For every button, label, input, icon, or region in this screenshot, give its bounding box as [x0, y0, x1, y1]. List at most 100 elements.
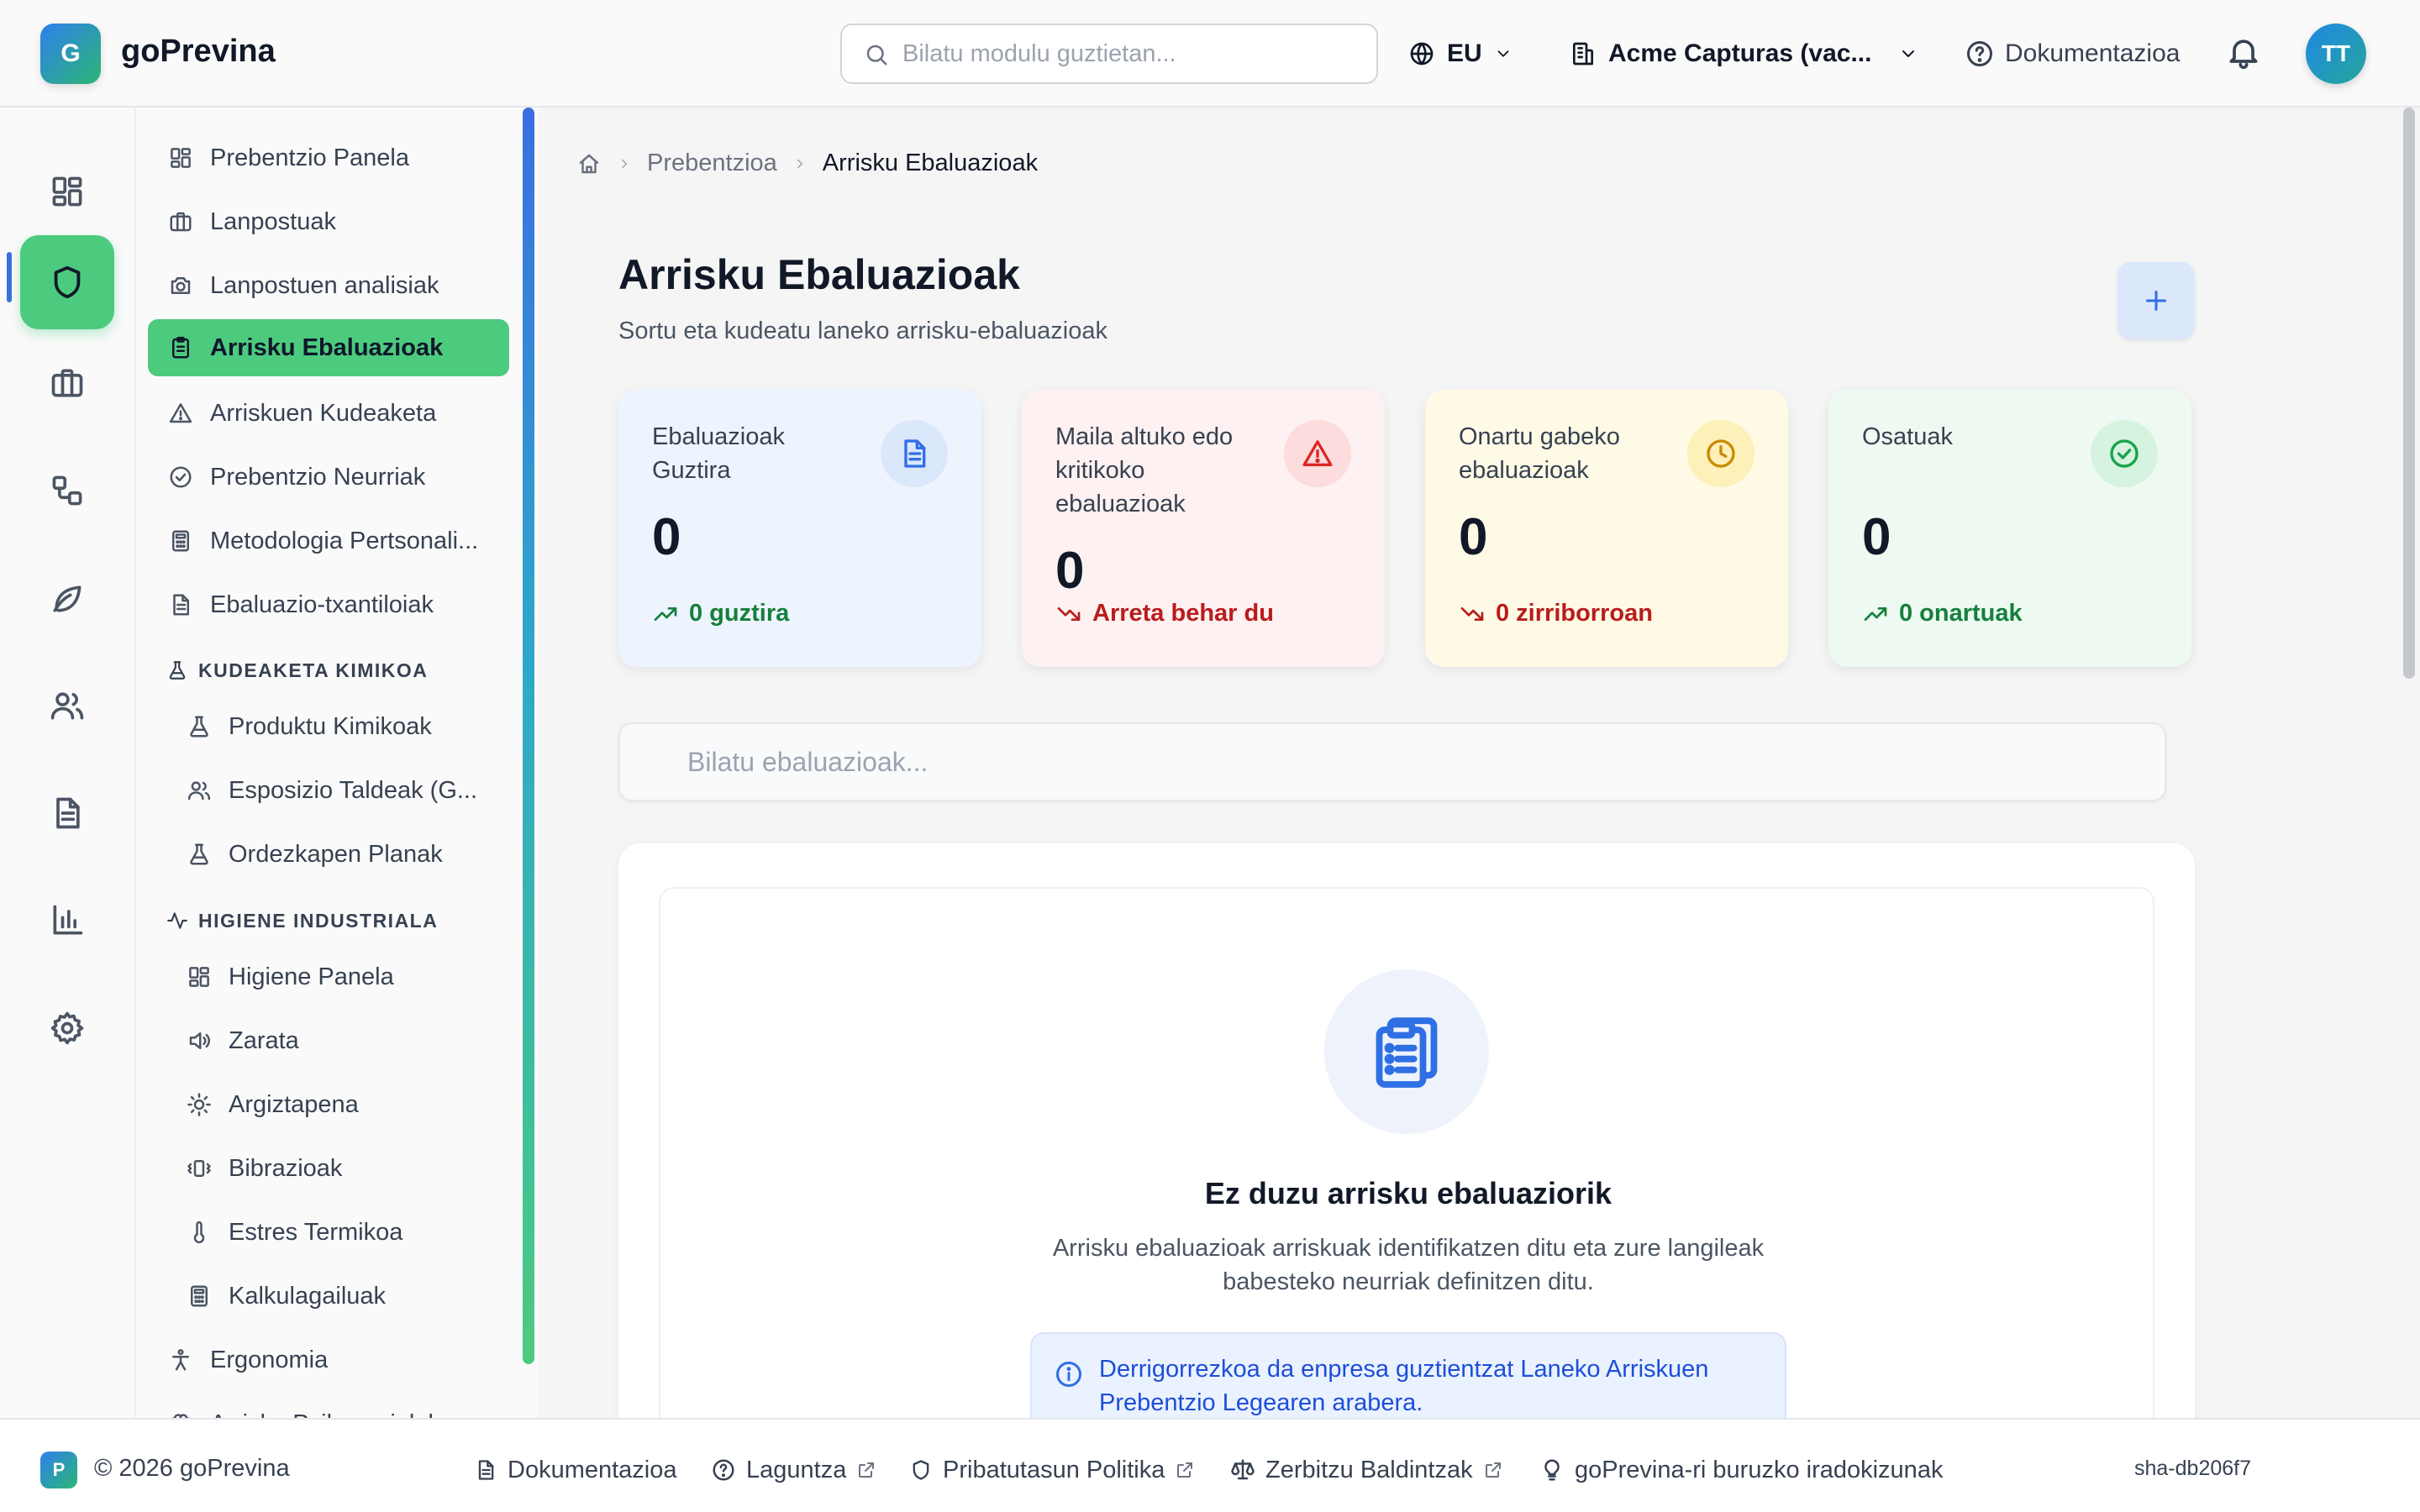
sidebar-item-label: Ergonomia	[210, 1346, 329, 1373]
main-scrollbar-thumb[interactable]	[2403, 108, 2415, 679]
footer-link-help[interactable]: Laguntza	[711, 1452, 876, 1488]
stat-label: Maila altuko edo kritikoko ebaluazioak	[1055, 423, 1234, 517]
bell-icon[interactable]	[2225, 34, 2262, 71]
sidebar-item-vibrations[interactable]: Bibrazioak	[185, 1140, 508, 1197]
rail-people[interactable]	[20, 659, 114, 753]
footer-link-label: Laguntza	[746, 1456, 847, 1483]
sidebar-item-thermal-stress[interactable]: Estres Termikoa	[185, 1204, 508, 1261]
sidebar-item-label: Arrisku Ebaluazioak	[210, 333, 444, 361]
sidebar-item-label: Bibrazioak	[229, 1154, 343, 1182]
stat-value: 0	[1459, 508, 1488, 566]
breadcrumb-parent[interactable]: Prebentzioa	[647, 150, 777, 177]
documentation-label: Dokumentazioa	[2005, 39, 2181, 67]
sidebar-item-noise[interactable]: Zarata	[185, 1012, 508, 1069]
footer: P © 2026 goPrevina Dokumentazioa Laguntz…	[0, 1418, 2420, 1512]
assessment-search[interactable]	[618, 722, 2166, 801]
footer-link-privacy[interactable]: Pribatutasun Politika	[909, 1452, 1195, 1488]
calculator-icon	[166, 527, 195, 555]
home-icon[interactable]	[576, 151, 602, 176]
speaker-icon	[185, 1026, 213, 1055]
warning-icon	[166, 399, 195, 428]
file-icon	[881, 420, 948, 487]
vibration-icon	[185, 1154, 213, 1183]
footer-link-terms[interactable]: Zerbitzu Baldintzak	[1230, 1452, 1503, 1488]
company-selector[interactable]: Acme Capturas (vac...	[1570, 30, 1918, 77]
build-version: sha-db206f7	[2134, 1457, 2252, 1480]
sidebar-item-risk-management[interactable]: Arriskuen Kudeaketa	[166, 385, 508, 442]
sidebar-item-chemical-products[interactable]: Produktu Kimikoak	[185, 698, 508, 755]
sidebar-item-substitution-plans[interactable]: Ordezkapen Planak	[185, 826, 508, 883]
global-search[interactable]	[840, 24, 1378, 84]
briefcase-icon	[166, 207, 195, 236]
sidebar-item-label: Argiztapena	[229, 1090, 359, 1118]
stat-value: 0	[652, 508, 681, 566]
sidebar-item-label: Arriskuen Kudeaketa	[210, 399, 437, 427]
sidebar-item-workplace-analysis[interactable]: Lanpostuen analisiak	[166, 257, 508, 314]
check-circle-icon	[166, 463, 195, 491]
rail-workflow[interactable]	[20, 444, 114, 538]
trending-down-icon	[1055, 601, 1082, 627]
section-header-hygiene[interactable]: HIGIENE INDUSTRIALA	[166, 904, 438, 937]
warning-icon	[1284, 420, 1351, 487]
sidebar-item-prevention-measures[interactable]: Prebentzio Neurriak	[166, 449, 508, 506]
workflow-icon	[49, 472, 86, 509]
clipboard-list-icon	[1324, 969, 1489, 1134]
search-icon	[864, 42, 889, 67]
sidebar-item-workplaces[interactable]: Lanpostuak	[166, 193, 508, 250]
sidebar-scrollbar[interactable]	[523, 108, 534, 1364]
section-header-chemical[interactable]: KUDEAKETA KIMIKOA	[166, 654, 428, 687]
sidebar-item-custom-methodology[interactable]: Metodologia Pertsonali...	[166, 512, 508, 570]
sidebar-item-label: Lanpostuen analisiak	[210, 271, 439, 299]
brain-icon	[166, 1410, 195, 1418]
help-circle-icon	[711, 1457, 736, 1483]
sidebar-item-lighting[interactable]: Argiztapena	[185, 1076, 508, 1133]
rail-dashboard[interactable]	[20, 144, 114, 239]
sidebar-item-calculators[interactable]: Kalkulagailuak	[185, 1268, 508, 1325]
rail-environment[interactable]	[20, 551, 114, 645]
language-selector[interactable]: EU	[1408, 30, 1512, 77]
sidebar-item-label: Lanpostuak	[210, 207, 336, 235]
rail-prevention[interactable]	[20, 235, 114, 329]
rail-workplaces[interactable]	[20, 336, 114, 430]
trending-up-icon	[1862, 601, 1889, 627]
sidebar-item-psychosocial-risks[interactable]: Arrisku Psikosozialak	[166, 1395, 508, 1418]
footer-link-feedback[interactable]: goPrevina-ri buruzko iradokizunak	[1539, 1452, 1943, 1488]
rail-documents[interactable]	[20, 766, 114, 860]
external-link-icon	[1483, 1460, 1503, 1480]
rail-settings[interactable]	[20, 981, 114, 1075]
plus-icon	[2141, 286, 2171, 316]
stat-trend-label: 0 zirriborroan	[1496, 600, 1653, 627]
sidebar-item-hygiene-panel[interactable]: Higiene Panela	[185, 948, 508, 1005]
app-name[interactable]: goPrevina	[121, 34, 276, 70]
trending-down-icon	[1459, 601, 1486, 627]
footer-link-documentation[interactable]: Dokumentazioa	[474, 1452, 677, 1488]
main-scrollbar[interactable]	[2400, 108, 2420, 1418]
empty-state-description: Arrisku ebaluazioak arriskuak identifika…	[1052, 1235, 1765, 1295]
sidebar-item-label: Ebaluazio-txantiloiak	[210, 591, 434, 618]
person-icon	[166, 1346, 195, 1374]
assessment-search-input[interactable]	[687, 724, 2149, 800]
help-circle-icon	[1965, 39, 1995, 69]
add-assessment-button[interactable]	[2118, 262, 2195, 339]
app-logo[interactable]: G	[40, 24, 101, 84]
rail-reports[interactable]	[20, 874, 114, 968]
sidebar-item-prevention-panel[interactable]: Prebentzio Panela	[166, 129, 508, 186]
flask-icon	[166, 659, 188, 681]
user-avatar[interactable]: TT	[2306, 24, 2366, 84]
documentation-link[interactable]: Dokumentazioa	[1965, 30, 2180, 77]
page-title: Arrisku Ebaluazioak	[618, 251, 1020, 298]
sidebar-item-exposure-groups[interactable]: Esposizio Taldeak (G...	[185, 762, 508, 819]
global-search-input[interactable]	[902, 25, 1365, 82]
stat-value: 0	[1055, 542, 1085, 600]
calculator-icon	[185, 1282, 213, 1310]
sidebar-item-ergonomics[interactable]: Ergonomia	[166, 1331, 508, 1389]
briefcase-icon	[49, 365, 86, 402]
shield-icon	[48, 263, 87, 302]
stat-card-completed: Osatuak 0 0 onartuak	[1828, 390, 2191, 667]
users-icon	[49, 687, 86, 724]
sidebar-item-assessment-templates[interactable]: Ebaluazio-txantiloiak	[166, 576, 508, 633]
file-icon	[166, 591, 195, 619]
sidebar-item-label: Higiene Panela	[229, 963, 394, 990]
sidebar-item-risk-assessments[interactable]: Arrisku Ebaluazioak	[148, 319, 509, 376]
bar-chart-icon	[49, 902, 86, 939]
